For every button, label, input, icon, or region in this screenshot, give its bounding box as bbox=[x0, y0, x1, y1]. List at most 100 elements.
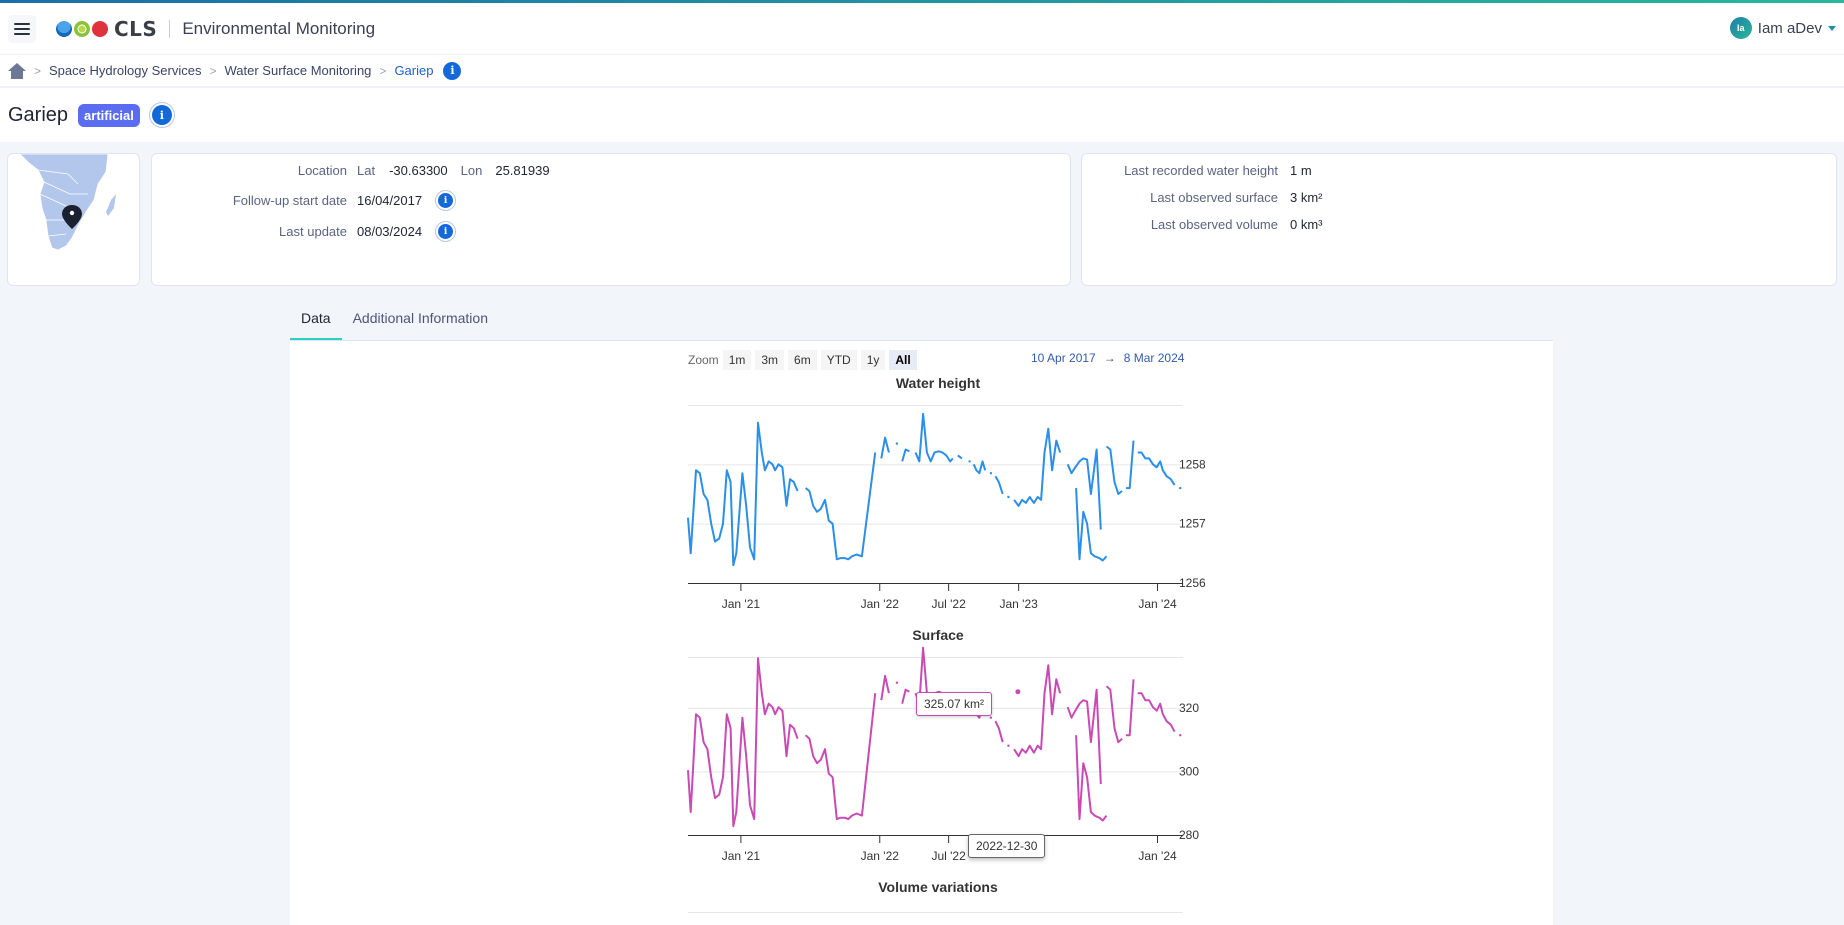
x-tick-label: Jul '22 bbox=[931, 597, 966, 611]
series-line bbox=[1105, 445, 1123, 495]
series-line bbox=[994, 475, 1004, 495]
app-header: CLS Environmental Monitoring Ia Iam aDev bbox=[0, 3, 1844, 55]
series-line bbox=[1013, 664, 1062, 758]
x-tick-label: Jan '21 bbox=[722, 597, 761, 611]
series-line bbox=[1013, 427, 1062, 507]
series-line bbox=[1105, 685, 1123, 744]
series-line bbox=[901, 448, 910, 462]
breadcrumb-water-surface-monitoring[interactable]: Water Surface Monitoring bbox=[225, 63, 372, 78]
data-point bbox=[1007, 495, 1010, 499]
data-point bbox=[968, 460, 971, 463]
x-tick-label: Jan '22 bbox=[861, 597, 900, 611]
breadcrumb-current[interactable]: Gariep bbox=[394, 63, 433, 78]
data-point bbox=[989, 472, 993, 475]
zoom-ytd-button[interactable]: YTD bbox=[820, 350, 857, 370]
tab-additional-information[interactable]: Additional Information bbox=[342, 305, 499, 340]
info-icon[interactable]: i bbox=[443, 61, 462, 80]
zoom-1m-button[interactable]: 1m bbox=[722, 350, 752, 370]
data-point bbox=[989, 716, 993, 719]
info-icon[interactable]: i bbox=[438, 193, 454, 208]
page-title: Gariep bbox=[8, 103, 69, 126]
surface-value: 3 km² bbox=[1290, 190, 1323, 205]
series-line bbox=[1137, 451, 1176, 486]
data-point bbox=[1179, 734, 1182, 737]
series-line bbox=[804, 452, 877, 561]
zoom-3m-button[interactable]: 3m bbox=[755, 350, 785, 370]
x-tick-label: Jan '24 bbox=[1138, 597, 1177, 611]
range-from-input[interactable]: 10 Apr 2017 bbox=[1031, 351, 1096, 365]
chart-title-surface: Surface bbox=[912, 627, 964, 643]
logo-text: CLS bbox=[114, 16, 158, 41]
app-title: Environmental Monitoring bbox=[182, 18, 376, 38]
type-badge: artificial bbox=[78, 103, 140, 127]
tab-data[interactable]: Data bbox=[290, 305, 342, 340]
data-point bbox=[1179, 486, 1182, 490]
lat-value: -30.63300 bbox=[389, 163, 448, 178]
cls-logo[interactable]: CLS bbox=[56, 17, 157, 41]
header-divider bbox=[169, 19, 171, 38]
y-tick-label: 300 bbox=[1179, 764, 1199, 778]
info-icon[interactable]: i bbox=[438, 224, 454, 239]
menu-icon-line bbox=[14, 22, 30, 25]
range-to-input[interactable]: 8 Mar 2024 bbox=[1124, 351, 1185, 365]
volume-chart[interactable] bbox=[688, 909, 1188, 925]
x-tick-label: Jan '23 bbox=[999, 597, 1038, 611]
date-range: 10 Apr 2017 → 8 Mar 2024 bbox=[1031, 351, 1184, 365]
menu-icon-line bbox=[14, 32, 30, 35]
series-line bbox=[957, 454, 963, 460]
start-date-value: 16/04/2017 bbox=[357, 193, 423, 208]
series-line bbox=[880, 436, 890, 459]
water-height-value: 1 m bbox=[1290, 163, 1312, 178]
zoom-all-button[interactable]: All bbox=[889, 350, 917, 370]
location-label: Location bbox=[297, 163, 347, 178]
data-point bbox=[1007, 744, 1010, 747]
data-point bbox=[895, 681, 899, 684]
water-height-label: Last recorded water height bbox=[1124, 163, 1278, 178]
info-icon[interactable]: i bbox=[151, 105, 172, 125]
series-line bbox=[1137, 692, 1176, 733]
hover-marker bbox=[1014, 688, 1022, 696]
chart-title-water-height: Water height bbox=[895, 375, 981, 391]
series-line bbox=[914, 412, 954, 463]
surface-chart[interactable]: 280300320Jan '21 Jan '22 Jul '22 Jan '24 bbox=[687, 646, 1199, 867]
x-tick-label: Jan '24 bbox=[1138, 849, 1177, 863]
series-line bbox=[880, 674, 890, 701]
series-line bbox=[901, 688, 910, 704]
location-info-card: Location Lat -30.63300 Lon 25.81939 Foll… bbox=[151, 153, 1071, 286]
y-tick-label: 1256 bbox=[1179, 576, 1206, 590]
series-line bbox=[687, 421, 799, 567]
y-tick-label: 1258 bbox=[1179, 457, 1206, 471]
start-date-label: Follow-up start date bbox=[232, 193, 347, 208]
home-icon[interactable] bbox=[8, 62, 26, 79]
title-row: Gariep artificial i bbox=[0, 88, 1844, 142]
breadcrumb: > Space Hydrology Services > Water Surfa… bbox=[0, 55, 1844, 88]
africa-map bbox=[19, 154, 116, 251]
menu-button[interactable] bbox=[8, 14, 36, 43]
stats-card: Last recorded water height 1 m Last obse… bbox=[1081, 153, 1837, 286]
chevron-right-icon: > bbox=[34, 63, 42, 78]
x-tick-label: Jan '21 bbox=[722, 849, 761, 863]
zoom-1y-button[interactable]: 1y bbox=[860, 350, 886, 370]
last-update-value: 08/03/2024 bbox=[357, 224, 423, 239]
logo-ocean-icon bbox=[56, 20, 72, 37]
logo-fire-icon bbox=[92, 20, 108, 37]
user-name: Iam aDev bbox=[1757, 19, 1822, 37]
user-menu[interactable]: Ia Iam aDev bbox=[1729, 17, 1836, 39]
zoom-6m-button[interactable]: 6m bbox=[788, 350, 817, 370]
volume-label: Last observed volume bbox=[1150, 217, 1278, 232]
chart-title-volume: Volume variations bbox=[878, 879, 998, 895]
lon-label: Lon bbox=[460, 163, 483, 178]
chevron-down-icon bbox=[1828, 25, 1836, 31]
lon-value: 25.81939 bbox=[495, 163, 550, 178]
tooltip-date: 2022-12-30 bbox=[968, 834, 1046, 858]
chevron-right-icon: > bbox=[209, 63, 217, 78]
series-line bbox=[1125, 679, 1135, 737]
zoom-label: Zoom bbox=[688, 353, 719, 367]
location-map[interactable] bbox=[7, 153, 140, 286]
breadcrumb-space-hydrology[interactable]: Space Hydrology Services bbox=[49, 63, 201, 78]
y-tick-label: 320 bbox=[1179, 701, 1199, 715]
water-height-chart[interactable]: 1256 1257 1258 Jan '21 Jan '22 Jul '22 Jan '23… bbox=[687, 405, 1206, 615]
series-line bbox=[994, 720, 1004, 743]
tab-bar: Data Additional Information bbox=[290, 305, 499, 340]
x-tick-label: Jul '22 bbox=[931, 849, 966, 863]
